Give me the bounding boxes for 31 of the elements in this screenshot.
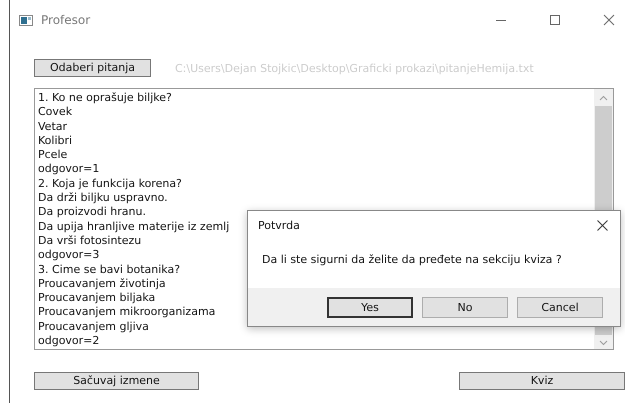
dialog-button[interactable]: Cancel [517,296,603,318]
text-line: Da upija hranljive materije iz zemlj [38,220,230,234]
app-icon [19,14,33,26]
text-line: Da vrši fotosintezu [38,234,142,248]
text-line: Proucavanjem životinja [38,276,166,292]
close-icon[interactable] [597,220,608,230]
text-line: 3. Cime se bavi botanika? [38,262,180,277]
text-line: Proucavanjem biljaka [38,291,156,306]
dialog-title: Potvrda [258,218,300,232]
text-line: Proucavanjem mikroorganizama [38,305,216,320]
text-line: Covek [38,105,72,120]
dialog-button[interactable]: Yes [327,296,413,318]
text-line: odgovor=1 [38,162,100,177]
dialog-button[interactable]: No [422,296,508,318]
text-line: odgovor=3 [38,248,100,263]
quiz-button[interactable]: Kviz [459,372,625,390]
text-line: Pcele [38,148,68,162]
text-line: Kolibri [38,134,72,148]
save-changes-button[interactable]: Sačuvaj izmene [34,372,199,390]
text-line: odgovor=2 [38,334,100,348]
text-line: 1. Ko ne oprašuje biljke? [38,91,172,106]
text-line: Vetar [38,120,68,134]
text-line: Da proizvodi hranu. [38,205,146,220]
text-line: Proucavanjem gljiva [38,320,149,334]
window-title: Profesor [41,13,90,27]
dialog-message: Da li ste sigurni da želite da pređete na sekciju kviza ? [262,253,562,266]
close-icon[interactable] [603,14,615,26]
text-line: Da drži biljku uspravno. [38,191,168,206]
maximize-icon[interactable] [549,14,561,26]
choose-questions-button[interactable]: Odaberi pitanja [34,59,151,77]
text-line: 2. Koja je funkcija korena? [38,176,182,192]
